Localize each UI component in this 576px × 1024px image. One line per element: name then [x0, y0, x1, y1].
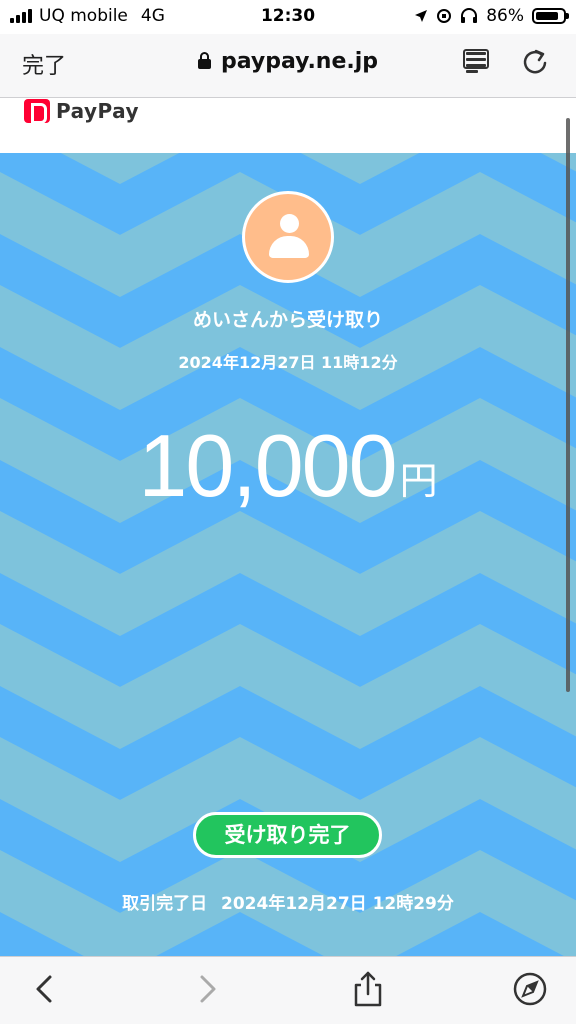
compass-icon[interactable] [512, 971, 548, 1007]
reload-icon[interactable] [520, 46, 550, 78]
paypay-logo[interactable]: PayPay [24, 99, 140, 124]
paypay-logo-icon [24, 99, 50, 124]
done-button[interactable]: 完了 [22, 48, 66, 80]
battery-fill [536, 12, 558, 20]
battery-icon [532, 8, 569, 24]
page-content: PayPay めいさんから受け取り 2024年12月27日 11時12分 10,… [0, 98, 576, 956]
amount-display: 10,000 円 [0, 415, 576, 517]
screen: UQ mobile 4G 12:30 86% 完了 paypay.ne.jp P… [0, 0, 576, 1024]
currency-unit: 円 [399, 459, 438, 503]
location-arrow-icon [415, 10, 428, 22]
orientation-lock-icon [437, 9, 452, 23]
share-icon[interactable] [350, 971, 386, 1007]
battery-percent: 86% [486, 6, 524, 26]
status-bar: UQ mobile 4G 12:30 86% [0, 0, 576, 34]
transaction-datetime: 2024年12月27日 11時12分 [178, 353, 398, 372]
url-text[interactable]: paypay.ne.jp [221, 49, 378, 74]
sender-avatar [242, 191, 334, 283]
paypay-logo-text: PayPay [56, 99, 140, 123]
reader-icon[interactable] [462, 46, 492, 78]
brand-header: PayPay [0, 98, 576, 153]
back-icon[interactable] [26, 971, 62, 1007]
lock-icon [197, 52, 211, 69]
transaction-card: めいさんから受け取り 2024年12月27日 11時12分 10,000 円 受け… [0, 153, 576, 956]
forward-icon[interactable] [190, 971, 226, 1007]
completed-label: 取引完了日 [122, 894, 208, 914]
sender-title: めいさんから受け取り [192, 309, 383, 331]
completed-datetime: 2024年12月27日 12時29分 [221, 894, 454, 914]
status-badge: 受け取り完了 [193, 812, 382, 858]
headphones-icon [461, 8, 478, 23]
browser-navbar: 完了 paypay.ne.jp [0, 34, 576, 98]
completed-date-row: 取引完了日 2024年12月27日 12時29分 [0, 889, 576, 914]
scrollbar[interactable] [566, 118, 570, 692]
amount-value: 10,000 [138, 416, 397, 515]
status-right: 86% [414, 6, 569, 26]
browser-toolbar [0, 956, 576, 1024]
person-icon [280, 214, 299, 233]
